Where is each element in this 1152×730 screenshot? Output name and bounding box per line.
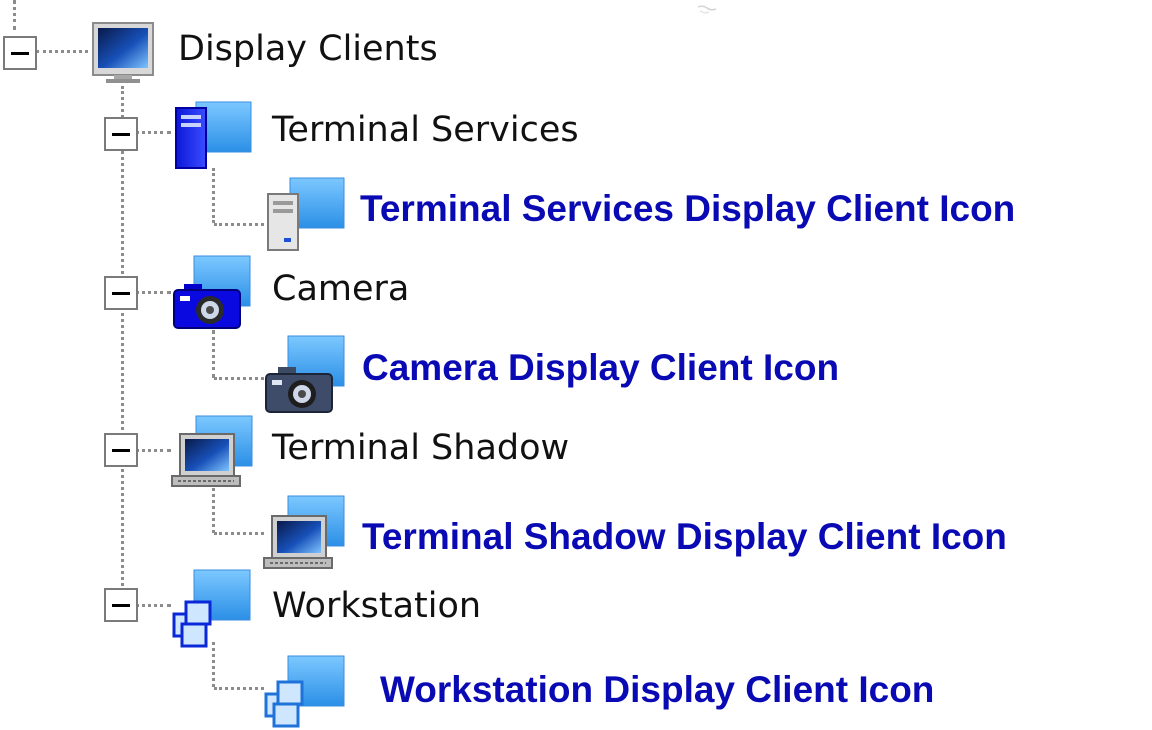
collapse-toggle-workstation[interactable] [104,588,138,622]
tree-connector-leaf-3 [214,532,264,535]
terminal-services-icon [175,101,252,169]
tree-connector-root [36,50,88,53]
monitor-icon [92,22,154,83]
display-clients-tree: Display Clients Terminal Services Termin… [0,0,1152,730]
collapse-toggle-camera[interactable] [104,276,138,310]
terminal-shadow-display-client-icon [263,495,345,569]
camera-display-client-icon [265,335,345,413]
workstation-display-client-icon [264,655,345,728]
node-label-terminal-services[interactable]: Terminal Services [272,108,579,152]
workstation-icon [172,569,251,648]
tree-connector-child-3 [135,449,171,452]
description-terminal-services-display-client: Terminal Services Display Client Icon [360,188,1016,229]
tree-connector-root-top [13,0,16,30]
node-label-camera[interactable]: Camera [272,267,409,311]
tree-connector-sub-1 [212,168,215,223]
cursor-icon [697,5,717,14]
tree-connector-leaf-1 [214,223,264,226]
terminal-services-display-client-icon [267,177,345,251]
collapse-toggle-terminal-shadow[interactable] [104,433,138,467]
description-camera-display-client: Camera Display Client Icon [362,347,840,388]
description-terminal-shadow-display-client: Terminal Shadow Display Client Icon [362,516,1007,557]
tree-connector-leaf-2 [214,377,264,380]
tree-connector-child-4 [135,604,171,607]
tree-connector-child-1 [135,131,171,134]
laptop-icon [171,415,253,487]
tree-connector-main [121,86,124,604]
node-label-workstation[interactable]: Workstation [272,584,481,628]
tree-connector-leaf-4 [214,687,264,690]
tree-connector-child-2 [135,291,171,294]
collapse-toggle-terminal-services[interactable] [104,117,138,151]
tree-connector-sub-2 [212,330,215,378]
node-label-display-clients[interactable]: Display Clients [178,27,438,71]
description-workstation-display-client: Workstation Display Client Icon [380,669,935,710]
collapse-toggle-display-clients[interactable] [3,36,37,70]
camera-icon [173,255,251,329]
tree-connector-sub-3 [212,488,215,533]
node-label-terminal-shadow[interactable]: Terminal Shadow [272,426,569,470]
